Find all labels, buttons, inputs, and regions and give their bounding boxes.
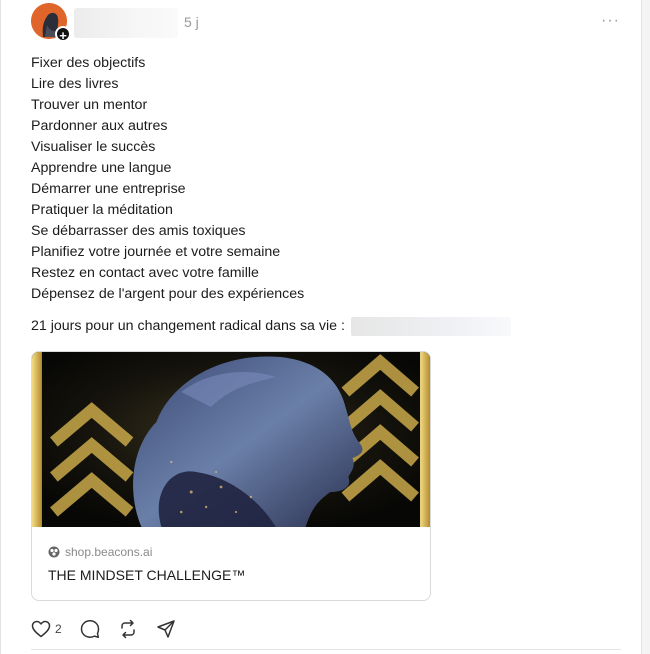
link-preview-card[interactable]: shop.beacons.ai THE MINDSET CHALLENGE™ (31, 351, 431, 601)
heart-icon (31, 620, 51, 638)
post-line: Apprendre une langue (31, 160, 172, 176)
post-divider (31, 649, 621, 650)
preview-image (32, 352, 430, 527)
share-button[interactable] (156, 619, 176, 639)
comment-icon (80, 620, 99, 639)
share-icon (156, 620, 175, 638)
post-line: Planifiez votre journée et votre semaine (31, 244, 281, 260)
like-button[interactable]: 2 (31, 620, 62, 638)
post-line: Pratiquer la méditation (31, 202, 173, 218)
preview-title: THE MINDSET CHALLENGE™ (48, 567, 246, 583)
post-line: Démarrer une entreprise (31, 181, 186, 197)
like-count: 2 (55, 622, 62, 636)
post-timestamp: 5 j (184, 14, 199, 30)
post-line: Restez en contact avec votre famille (31, 265, 259, 281)
redacted-link[interactable] (350, 316, 511, 336)
post-line: Visualiser le succès (31, 139, 156, 155)
post-line: Fixer des objectifs (31, 55, 146, 71)
username-redacted[interactable] (74, 8, 178, 38)
post-card: + 5 j ··· Fixer des objectifs Lire des l… (0, 0, 642, 654)
post-line: Pardonner aux autres (31, 118, 168, 134)
follow-plus-icon[interactable]: + (55, 26, 71, 43)
post-body: Fixer des objectifs Lire des livres Trou… (31, 53, 304, 305)
repost-icon (120, 619, 135, 639)
site-favicon-icon (48, 546, 60, 558)
preview-domain-row: shop.beacons.ai (48, 545, 152, 559)
more-options-icon[interactable]: ··· (601, 12, 620, 30)
summary-text: 21 jours pour un changement radical dans… (31, 318, 345, 334)
post-line: Dépensez de l'argent pour des expérience… (31, 286, 305, 302)
post-line: Trouver un mentor (31, 97, 148, 113)
comment-button[interactable] (80, 619, 100, 639)
preview-domain: shop.beacons.ai (65, 545, 153, 559)
post-line: Se débarrasser des amis toxiques (31, 223, 246, 239)
post-summary-line: 21 jours pour un changement radical dans… (31, 316, 511, 337)
post-line: Lire des livres (31, 76, 119, 92)
profile-avatar[interactable]: + (31, 3, 71, 43)
repost-button[interactable] (118, 619, 138, 639)
action-bar: 2 (31, 618, 194, 640)
